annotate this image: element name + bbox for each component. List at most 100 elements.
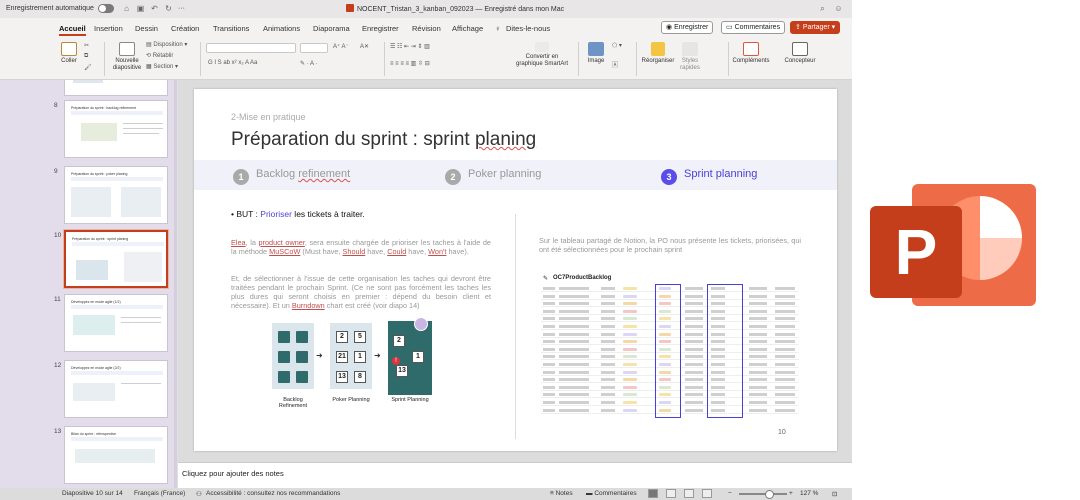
notion-cell bbox=[543, 370, 555, 374]
image-label: Image bbox=[587, 58, 605, 64]
thumb-steps bbox=[71, 177, 163, 181]
font-family-dropdown[interactable] bbox=[206, 43, 296, 53]
logo-letter: P bbox=[895, 216, 938, 288]
tab-revision[interactable]: Révision bbox=[412, 24, 441, 33]
textbox-icon[interactable]: 🄰 bbox=[612, 60, 618, 69]
font-color-row[interactable]: ✎ · A · bbox=[300, 60, 317, 67]
align-buttons[interactable]: ≡ ≡ ≡ ≡ ▥ ⇳ ⊟ bbox=[390, 60, 430, 67]
notes-button[interactable]: ≡ Notes bbox=[550, 490, 573, 497]
font-size-grow-icon[interactable]: A⁺ A⁻ bbox=[333, 43, 349, 50]
cut-icon[interactable]: ✂ bbox=[84, 42, 89, 49]
tell-me-icon[interactable]: ♀ bbox=[495, 24, 501, 33]
shapes-icon[interactable]: ⬠ ▾ bbox=[612, 42, 622, 49]
more-icon[interactable]: ··· bbox=[178, 5, 185, 12]
share-people-icon[interactable]: ☺ bbox=[834, 4, 843, 13]
zoom-level[interactable]: 127 % bbox=[800, 490, 818, 497]
list-buttons[interactable]: ☰ ☷ ⇤ ⇥ ⇕ ▥ bbox=[390, 43, 430, 50]
step-number: 2 bbox=[445, 169, 461, 185]
accessibility-status[interactable]: Accessibilité : consultez nos recommanda… bbox=[206, 490, 340, 497]
image-button[interactable]: Image bbox=[584, 42, 608, 65]
record-button[interactable]: ◉ Enregistrer bbox=[661, 21, 714, 34]
paste-button[interactable]: Coller bbox=[58, 42, 80, 65]
tab-accueil[interactable]: Accueil bbox=[59, 24, 86, 36]
zoom-out-icon[interactable]: − bbox=[728, 490, 732, 497]
notion-cell bbox=[543, 363, 555, 366]
reading-view-button[interactable] bbox=[684, 489, 694, 498]
tab-affichage[interactable]: Affichage bbox=[452, 24, 483, 33]
notes-pane[interactable]: Cliquez pour ajouter des notes bbox=[178, 462, 852, 488]
estimate-card: 1 bbox=[412, 351, 424, 363]
notion-board-screenshot[interactable]: ✎ OC7ProductBacklog bbox=[539, 266, 801, 418]
slideshow-button[interactable] bbox=[702, 489, 712, 498]
notion-tag bbox=[623, 355, 637, 359]
normal-view-button[interactable] bbox=[648, 489, 658, 498]
fit-slide-icon[interactable]: ⊡ bbox=[832, 490, 837, 498]
goal-suffix: les tickets à traiter. bbox=[291, 209, 365, 219]
slide-sorter-button[interactable] bbox=[666, 489, 676, 498]
tab-transitions[interactable]: Transitions bbox=[213, 24, 249, 33]
format-painter-icon[interactable]: 🖌 bbox=[84, 64, 92, 71]
thumb-line bbox=[123, 133, 159, 134]
goal-highlight: Prioriser bbox=[260, 209, 292, 219]
tab-enregistrer[interactable]: Enregistrer bbox=[362, 24, 399, 33]
convert-smartart-button[interactable]: Convertir en graphique SmartArt bbox=[512, 42, 572, 68]
section-button[interactable]: ▦ Section ▾ bbox=[146, 63, 178, 70]
thumb-title: Bilan du sprint : rétrospective bbox=[71, 432, 117, 436]
thumbnail-scrollbar[interactable] bbox=[174, 80, 177, 488]
comments-status-button[interactable]: ▬ Commentaires bbox=[586, 490, 637, 497]
arrange-button[interactable]: Réorganiser bbox=[640, 42, 676, 65]
notion-cell bbox=[559, 294, 589, 298]
slide-title[interactable]: Préparation du sprint : sprint planing bbox=[231, 129, 536, 151]
save-icon[interactable]: ▣ bbox=[136, 4, 145, 13]
misspelled-word: Burndown bbox=[291, 301, 325, 310]
step-label: Sprint planning bbox=[684, 168, 758, 180]
designer-button[interactable]: Concepteur bbox=[782, 42, 818, 65]
estimate-card: 8 bbox=[354, 371, 366, 383]
thumb-steps bbox=[71, 111, 163, 115]
slide-thumbnail-12[interactable]: Développez en mode agile (2/2) bbox=[64, 360, 168, 418]
copy-icon[interactable]: ⧉ bbox=[84, 53, 88, 60]
notion-tag bbox=[623, 287, 637, 290]
text-format-row[interactable]: G I S ab x² x₂ A Aa bbox=[208, 60, 257, 66]
slide-thumbnail-13[interactable]: Bilan du sprint : rétrospective bbox=[64, 426, 168, 484]
tab-animations[interactable]: Animations bbox=[263, 24, 300, 33]
designer-icon bbox=[792, 42, 808, 56]
slide[interactable]: 2-Mise en pratique Préparation du sprint… bbox=[194, 89, 837, 451]
redo-icon[interactable]: ↻ bbox=[164, 4, 173, 13]
autosave-toggle[interactable] bbox=[98, 4, 114, 13]
sprint-illustration[interactable]: ➜ 2 5 21 1 13 8 ➜ 2 1 13 ! Backlog Refin… bbox=[268, 317, 436, 419]
accessibility-icon[interactable]: ⚇ bbox=[196, 490, 202, 498]
tab-insertion[interactable]: Insertion bbox=[94, 24, 123, 33]
tab-diaporama[interactable]: Diaporama bbox=[313, 24, 350, 33]
zoom-slider[interactable] bbox=[739, 490, 787, 499]
tab-creation[interactable]: Création bbox=[171, 24, 199, 33]
reset-button[interactable]: ⟲ Rétablir bbox=[146, 52, 173, 59]
slide-thumbnail-11[interactable]: Développez en mode agile (1/2) bbox=[64, 294, 168, 352]
slide-thumbnail-10[interactable]: Préparation du sprint : sprint planing bbox=[64, 230, 168, 288]
notion-cell bbox=[685, 317, 703, 321]
notion-tag bbox=[623, 302, 637, 306]
notion-cell bbox=[685, 408, 703, 412]
slide-thumbnail-8[interactable]: Préparation du sprint : backlog refineme… bbox=[64, 100, 168, 158]
notion-cell bbox=[601, 378, 615, 382]
addins-button[interactable]: Compléments bbox=[732, 42, 770, 65]
search-icon[interactable]: ⌕ bbox=[818, 4, 827, 13]
font-size-dropdown[interactable] bbox=[300, 43, 328, 53]
comments-button[interactable]: ▭ Commentaires bbox=[721, 21, 786, 34]
clear-format-icon[interactable]: A✕ bbox=[360, 43, 369, 50]
share-button[interactable]: ⇪ Partager ▾ bbox=[790, 21, 841, 34]
thumb-number: 10 bbox=[54, 232, 62, 239]
new-slide-button[interactable]: Nouvelle diapositive bbox=[110, 42, 144, 72]
language-indicator[interactable]: Français (France) bbox=[134, 490, 185, 497]
slide-thumbnail-panel[interactable]: 8 Préparation du sprint : backlog refine… bbox=[0, 80, 178, 488]
zoom-in-icon[interactable]: + bbox=[789, 490, 793, 497]
undo-icon[interactable]: ↶ bbox=[150, 4, 159, 13]
tab-dites-le-nous[interactable]: Dites-le-nous bbox=[506, 24, 550, 33]
layout-button[interactable]: ▤ Disposition ▾ bbox=[146, 41, 187, 48]
home-icon[interactable]: ⌂ bbox=[122, 4, 131, 13]
quick-styles-button[interactable]: Styles rapides bbox=[678, 42, 702, 72]
slide-thumbnail-7[interactable] bbox=[64, 80, 168, 96]
slide-thumbnail-9[interactable]: Préparation du sprint : poker planing bbox=[64, 166, 168, 224]
separator bbox=[200, 42, 201, 76]
tab-dessin[interactable]: Dessin bbox=[135, 24, 158, 33]
